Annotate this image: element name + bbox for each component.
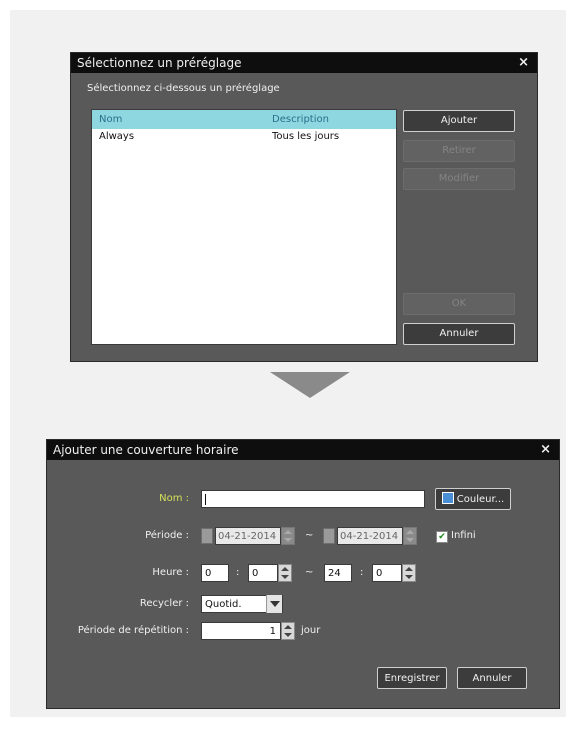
remove-button[interactable]: Retirer [403, 140, 515, 162]
cancel-button[interactable]: Annuler [403, 323, 515, 345]
end-minute-stepper[interactable] [402, 564, 416, 582]
add-button[interactable]: Ajouter [403, 110, 515, 132]
preset-description: Tous les jours [272, 131, 340, 142]
start-minute-field[interactable]: 0 [248, 564, 278, 582]
schedule-dialog-title: Ajouter une couverture horaire [53, 443, 239, 457]
preset-dialog-titlebar: Sélectionnez un préréglage × [71, 53, 537, 73]
modify-button[interactable]: Modifier [403, 168, 515, 190]
start-minute-stepper[interactable] [278, 564, 292, 582]
name-input[interactable] [201, 490, 425, 508]
cancel-button[interactable]: Annuler [457, 667, 527, 689]
background-panel: Sélectionnez un préréglage × Sélectionne… [10, 10, 566, 717]
infinite-checkbox[interactable]: ✔ [436, 531, 448, 543]
recycle-select-value: Quotid. [205, 599, 242, 610]
preset-name: Always [99, 131, 135, 142]
end-date-field[interactable]: 04-21-2014 [337, 527, 403, 545]
preset-list[interactable]: Nom Description Always Tous les jours [91, 109, 397, 345]
schedule-dialog-titlebar: Ajouter une couverture horaire × [47, 440, 559, 460]
end-hour-field[interactable]: 24 [324, 564, 352, 582]
calendar-icon[interactable] [201, 528, 213, 544]
color-button[interactable]: Couleur... [435, 488, 511, 510]
color-button-label: Couleur... [456, 494, 505, 505]
repeat-unit-label: jour [301, 625, 321, 636]
repeat-label: Période de répétition : [77, 625, 189, 636]
repeat-period-field[interactable]: 1 [201, 622, 281, 640]
time-label: Heure : [152, 567, 189, 578]
time-colon: : [236, 567, 240, 578]
list-item[interactable]: Always Tous les jours [92, 129, 396, 145]
repeat-period-stepper[interactable] [281, 622, 295, 640]
column-header-name[interactable]: Nom [99, 110, 122, 129]
column-header-description[interactable]: Description [272, 110, 329, 129]
time-colon: : [360, 567, 364, 578]
chevron-down-icon[interactable] [266, 595, 282, 613]
preset-dialog: Sélectionnez un préréglage × Sélectionne… [70, 52, 538, 362]
period-range-separator: ~ [305, 530, 314, 541]
start-date-field[interactable]: 04-21-2014 [215, 527, 281, 545]
preset-dialog-title: Sélectionnez un préréglage [77, 56, 242, 70]
preset-dialog-subtitle: Sélectionnez ci-dessous un préréglage [87, 83, 280, 94]
close-icon[interactable]: × [540, 440, 551, 460]
end-date-stepper[interactable] [403, 527, 417, 545]
recycle-select[interactable]: Quotid. [201, 595, 283, 613]
ok-button[interactable]: OK [403, 293, 515, 315]
color-swatch-icon [441, 492, 454, 504]
preset-list-header: Nom Description [92, 110, 396, 129]
start-hour-field[interactable]: 0 [201, 564, 229, 582]
name-label: Nom : [159, 493, 189, 504]
end-minute-field[interactable]: 0 [372, 564, 402, 582]
recycle-label: Recycler : [139, 598, 189, 609]
schedule-dialog: Ajouter une couverture horaire × Nom : C… [46, 439, 560, 709]
arrow-down-icon [270, 372, 350, 398]
start-date-stepper[interactable] [281, 527, 295, 545]
close-icon[interactable]: × [518, 53, 529, 73]
save-button[interactable]: Enregistrer [377, 667, 447, 689]
infinite-label: Infini [451, 530, 476, 541]
time-range-separator: ~ [305, 567, 314, 578]
calendar-icon[interactable] [323, 528, 335, 544]
period-label: Période : [145, 530, 189, 541]
